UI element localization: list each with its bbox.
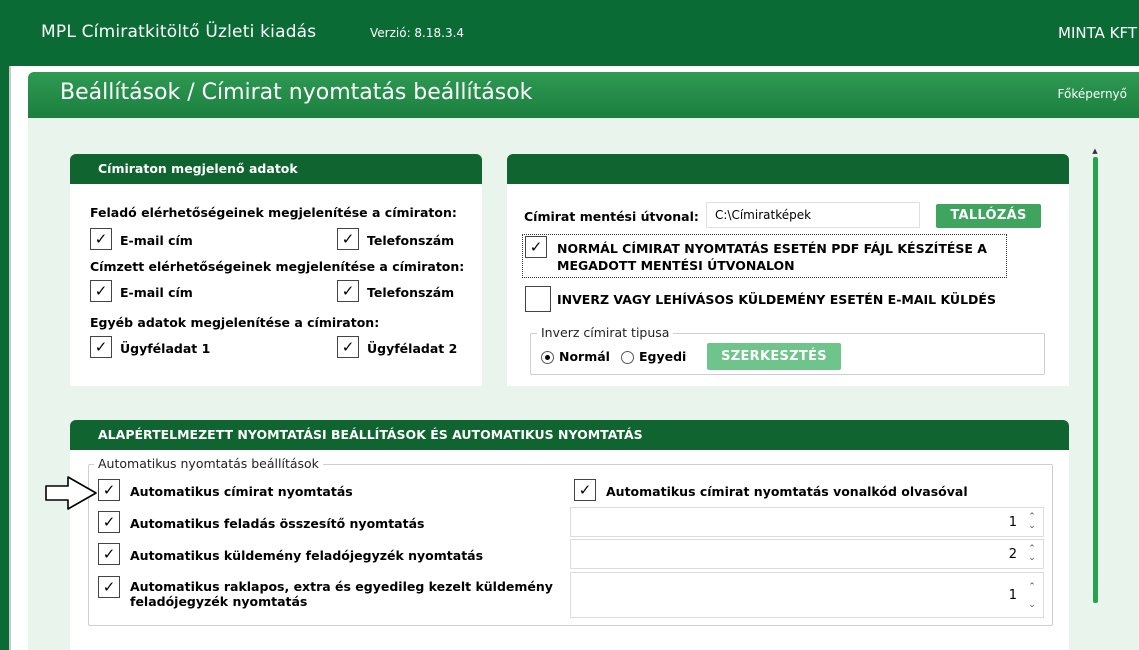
auto-print-legend: Automatikus nyomtatás beállítások: [94, 456, 323, 471]
page-header: Beállítások / Címirat nyomtatás beállítá…: [28, 72, 1139, 118]
auto-summary-label: Automatikus feladás összesítő nyomtatás: [130, 516, 425, 531]
summary-count-spinner[interactable]: 1 ⌃ ⌄: [570, 507, 1044, 537]
spinner-arrows-icon[interactable]: ⌃ ⌄: [1027, 513, 1037, 531]
page-title: Beállítások / Címirat nyomtatás beállítá…: [60, 80, 533, 105]
app-title: MPL Címiratkitöltő Üzleti kiadás: [41, 22, 317, 42]
recipient-contact-label: Címzett elérhetőségeinek megjelenítése a…: [90, 259, 465, 274]
save-path-label: Címirat mentési útvonal:: [524, 209, 699, 224]
label-data-panel-header: Címiraton megjelenő adatok: [70, 154, 482, 184]
home-screen-link[interactable]: Főképernyő: [1058, 87, 1128, 101]
auto-manifest-checkbox[interactable]: ✓: [98, 543, 120, 565]
client-data-2-label: Ügyféladat 2: [367, 341, 458, 356]
window-left-border: [0, 66, 9, 650]
recipient-phone-checkbox[interactable]: ✓: [337, 280, 359, 302]
recipient-email-label: E-mail cím: [120, 285, 193, 300]
window-inner-border: [9, 66, 11, 650]
radio-normal-label: Normál: [559, 349, 610, 364]
auto-manifest-label: Automatikus küldemény feladójegyzék nyom…: [130, 548, 484, 563]
radio-custom[interactable]: [621, 351, 634, 364]
spinner-arrows-icon[interactable]: ⌃ ⌄: [1027, 583, 1037, 610]
sender-phone-label: Telefonszám: [367, 233, 455, 248]
pallet-count-value: 1: [1008, 588, 1017, 603]
vertical-scrollbar[interactable]: ▲: [1091, 147, 1099, 650]
manifest-count-value: 2: [1008, 547, 1017, 562]
pdf-export-checkbox[interactable]: ✓: [525, 236, 547, 258]
save-settings-panel-header: [507, 154, 1069, 184]
auto-label-barcode-label: Automatikus címirat nyomtatás vonalkód o…: [606, 484, 968, 499]
radio-normal[interactable]: [541, 351, 554, 364]
sender-email-checkbox[interactable]: ✓: [90, 228, 112, 250]
scroll-up-icon[interactable]: ▲: [1091, 147, 1099, 155]
inverse-type-legend: Inverz címirat tipusa: [537, 325, 674, 340]
email-send-checkbox[interactable]: [525, 286, 551, 312]
sender-contact-label: Feladó elérhetőségeinek megjelenítése a …: [90, 205, 457, 220]
sender-phone-checkbox[interactable]: ✓: [337, 228, 359, 250]
client-data-2-checkbox[interactable]: ✓: [337, 336, 359, 358]
spinner-arrows-icon[interactable]: ⌃ ⌄: [1027, 545, 1037, 563]
email-send-label: INVERZ VAGY LEHÍVÁSOS KÜLDEMÉNY ESETÉN E…: [557, 292, 996, 307]
pdf-export-label: NORMÁL CÍMIRAT NYOMTATÁS ESETÉN PDF FÁJL…: [557, 241, 987, 273]
scroll-thumb[interactable]: [1093, 157, 1098, 603]
manifest-count-spinner[interactable]: 2 ⌃ ⌄: [570, 539, 1044, 569]
sender-email-label: E-mail cím: [120, 233, 193, 248]
auto-print-panel-header: ALAPÉRTELMEZETT NYOMTATÁSI BEÁLLÍTÁSOK É…: [70, 420, 1069, 450]
auto-label-print-checkbox[interactable]: ✓: [98, 479, 120, 501]
browse-button[interactable]: TALLÓZÁS: [936, 204, 1041, 228]
application-window: MPL Címiratkitöltő Üzleti kiadás Verzió:…: [0, 0, 1139, 650]
other-data-label: Egyéb adatok megjelenítése a címiraton:: [90, 315, 380, 330]
edit-button[interactable]: SZERKESZTÉS: [707, 343, 841, 370]
auto-label-barcode-checkbox[interactable]: ✓: [574, 479, 596, 501]
summary-count-value: 1: [1008, 515, 1017, 530]
auto-pallet-label: Automatikus raklapos, extra és egyedileg…: [130, 579, 553, 609]
recipient-phone-label: Telefonszám: [367, 285, 455, 300]
radio-custom-label: Egyedi: [639, 349, 687, 364]
app-version: Verzió: 8.18.3.4: [370, 26, 465, 40]
auto-pallet-checkbox[interactable]: ✓: [98, 576, 120, 598]
client-data-1-checkbox[interactable]: ✓: [90, 336, 112, 358]
recipient-email-checkbox[interactable]: ✓: [90, 280, 112, 302]
auto-summary-checkbox[interactable]: ✓: [98, 511, 120, 533]
arrow-pointer-icon: [45, 476, 97, 510]
company-name: MINTA KFT: [1058, 24, 1137, 42]
client-data-1-label: Ügyféladat 1: [120, 341, 211, 356]
title-bar: MPL Címiratkitöltő Üzleti kiadás Verzió:…: [0, 0, 1139, 66]
save-path-input[interactable]: C:\Címiratképek: [706, 202, 920, 228]
auto-label-print-label: Automatikus címirat nyomtatás: [130, 484, 353, 499]
pallet-count-spinner[interactable]: 1 ⌃ ⌄: [570, 572, 1044, 618]
